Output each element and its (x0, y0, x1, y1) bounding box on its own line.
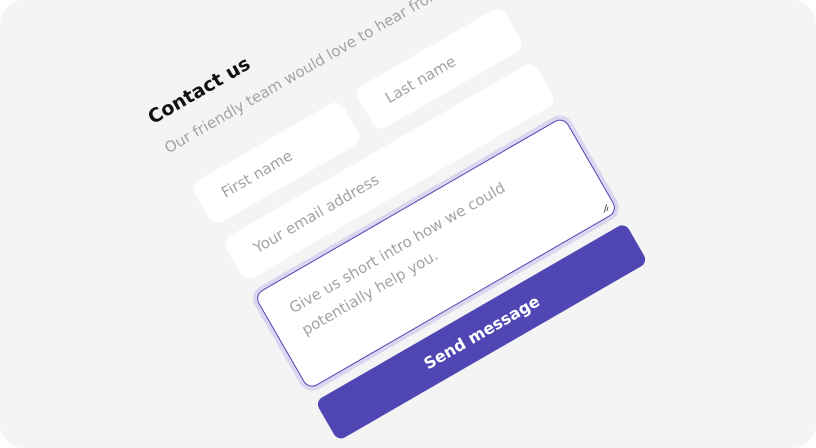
first-name-placeholder: First name (218, 146, 296, 202)
last-name-placeholder: Last name (381, 52, 460, 108)
resize-handle-icon[interactable] (600, 203, 611, 214)
page-background: Contact us Our friendly team would love … (0, 0, 816, 448)
